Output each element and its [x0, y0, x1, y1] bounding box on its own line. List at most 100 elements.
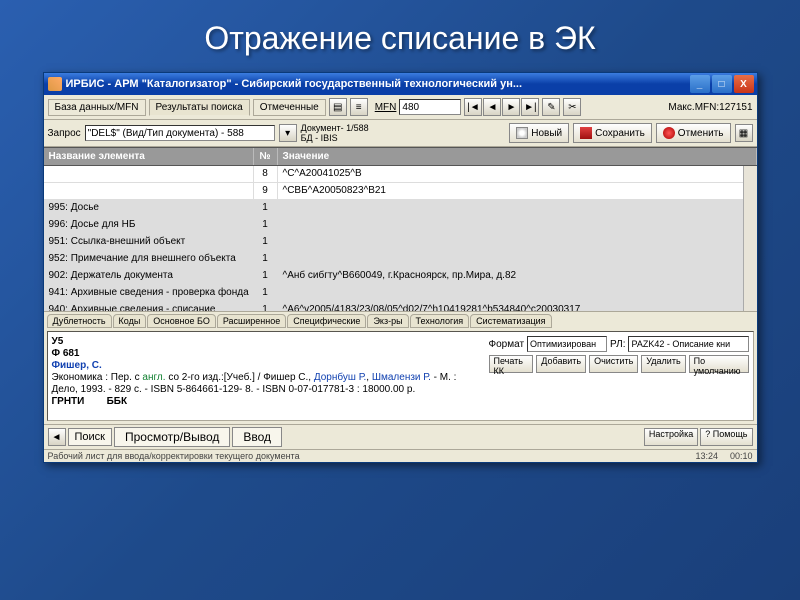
format-label: Формат — [489, 339, 525, 350]
window-title: ИРБИС - АРМ "Каталогизатор" - Сибирский … — [66, 78, 690, 90]
table-row[interactable]: 902: Держатель документа1^Анб сибгту^В66… — [44, 268, 757, 285]
cell-num: 1 — [254, 285, 278, 301]
table-row[interactable]: 995: Досье1 — [44, 200, 757, 217]
titlebar: ИРБИС - АРМ "Каталогизатор" - Сибирский … — [44, 73, 757, 95]
tab-input[interactable]: Ввод — [232, 427, 282, 447]
tool-icon-4[interactable]: ✂ — [563, 98, 581, 116]
cell-name: 995: Досье — [44, 200, 254, 216]
tool-icon-1[interactable]: ▤ — [329, 98, 347, 116]
record-preview: У5 Ф 681 Фишер, С. Экономика : Пер. с ан… — [52, 336, 483, 416]
cell-value — [278, 285, 757, 301]
cell-value: ^Анб сибгту^В660049, г.Красноярск, пр.Ми… — [278, 268, 757, 284]
cell-name: 940: Архивные сведения - списание — [44, 302, 254, 311]
max-mfn-label: Макс.MFN:127151 — [668, 102, 752, 113]
sub-tab[interactable]: Специфические — [287, 314, 366, 328]
status-hint: Рабочий лист для ввода/корректировки тек… — [48, 451, 684, 461]
minimize-button[interactable]: _ — [690, 75, 710, 93]
sub-tab[interactable]: Технология — [410, 314, 470, 328]
cell-name: 941: Архивные сведения - проверка фонда — [44, 285, 254, 301]
cell-name: 902: Держатель документа — [44, 268, 254, 284]
status-time: 13:24 — [695, 451, 718, 461]
nav-first-button[interactable]: |◄ — [464, 98, 482, 116]
cell-num: 1 — [254, 217, 278, 233]
table-row[interactable]: 996: Досье для НБ1 — [44, 217, 757, 234]
tab-results[interactable]: Результаты поиска — [149, 99, 250, 116]
query-label: Запрос — [48, 128, 81, 139]
sub-tab[interactable]: Расширенное — [217, 314, 286, 328]
default-button[interactable]: По умолчанию — [689, 355, 749, 373]
query-input[interactable] — [85, 125, 275, 141]
query-toolbar: Запрос ▾ Документ- 1/588 БД - IBIS Новый… — [44, 120, 757, 147]
slide-title: Отражение списание в ЭК — [0, 0, 800, 72]
mfn-input[interactable] — [399, 99, 461, 115]
cell-value: ^СВБ^А20050823^В21 — [278, 183, 757, 199]
sub-tab[interactable]: Систематизация — [470, 314, 551, 328]
sub-tab[interactable]: Дублетность — [47, 314, 112, 328]
table-row[interactable]: 8^С^А20041025^В — [44, 166, 757, 183]
delete-button[interactable]: Удалить — [641, 355, 685, 373]
cell-num: 1 — [254, 200, 278, 216]
nav-last-button[interactable]: ►| — [521, 98, 539, 116]
table-row[interactable]: 9^СВБ^А20050823^В21 — [44, 183, 757, 200]
tab-scroll-left[interactable]: ◄ — [48, 428, 66, 446]
cell-name: 996: Досье для НБ — [44, 217, 254, 233]
extra-tool-button[interactable]: ▦ — [735, 124, 753, 142]
help-button[interactable]: ? Помощь — [700, 428, 752, 446]
cell-value — [278, 200, 757, 216]
tab-view[interactable]: Просмотр/Вывод — [114, 427, 230, 447]
cell-value — [278, 217, 757, 233]
save-button[interactable]: Сохранить — [573, 123, 652, 143]
nav-next-button[interactable]: ► — [502, 98, 520, 116]
app-window: ИРБИС - АРМ "Каталогизатор" - Сибирский … — [43, 72, 758, 463]
format-select[interactable] — [527, 336, 607, 352]
cell-num: 1 — [254, 251, 278, 267]
col-header-num: № — [254, 148, 278, 165]
main-tabs: ◄ Поиск Просмотр/Вывод Ввод Настройка ? … — [44, 424, 757, 449]
sub-tabs: ДублетностьКодыОсновное БОРасширенноеСпе… — [44, 311, 757, 328]
table-row[interactable]: 941: Архивные сведения - проверка фонда1 — [44, 285, 757, 302]
table-row[interactable]: 952: Примечание для внешнего объекта1 — [44, 251, 757, 268]
rl-label: РЛ: — [610, 339, 625, 350]
cell-value: ^А6^v2005/4183/23/08/05^d02/7^h10419281^… — [278, 302, 757, 311]
maximize-button[interactable]: □ — [712, 75, 732, 93]
tool-icon-2[interactable]: ≡ — [350, 98, 368, 116]
print-kk-button[interactable]: Печать КК — [489, 355, 534, 373]
new-icon — [516, 127, 528, 139]
status-date: 00:10 — [730, 451, 753, 461]
rl-select[interactable] — [628, 336, 749, 352]
tool-icon-3[interactable]: ✎ — [542, 98, 560, 116]
col-header-name: Название элемента — [44, 148, 254, 165]
clear-button[interactable]: Очистить — [589, 355, 638, 373]
col-header-value: Значение — [278, 148, 757, 165]
sub-tab[interactable]: Основное БО — [147, 314, 216, 328]
cancel-icon — [663, 127, 675, 139]
status-bar: Рабочий лист для ввода/корректировки тек… — [44, 449, 757, 462]
top-toolbar: База данных/MFN Результаты поиска Отмече… — [44, 95, 757, 120]
cell-name — [44, 166, 254, 182]
cell-num: 9 — [254, 183, 278, 199]
vertical-scrollbar[interactable] — [743, 166, 757, 311]
tab-search[interactable]: Поиск — [68, 428, 112, 446]
tab-database[interactable]: База данных/MFN — [48, 99, 146, 116]
app-icon — [48, 77, 62, 91]
mfn-label: MFN — [375, 102, 397, 113]
cell-name — [44, 183, 254, 199]
close-button[interactable]: X — [734, 75, 754, 93]
sub-tab[interactable]: Коды — [113, 314, 147, 328]
add-button[interactable]: Добавить — [536, 355, 586, 373]
grid-body: 8^С^А20041025^В9^СВБ^А20050823^В21995: Д… — [44, 166, 757, 311]
table-row[interactable]: 940: Архивные сведения - списание1^А6^v2… — [44, 302, 757, 311]
new-button[interactable]: Новый — [509, 123, 569, 143]
query-dropdown-button[interactable]: ▾ — [279, 124, 297, 142]
grid-header: Название элемента № Значение — [44, 147, 757, 166]
cell-num: 1 — [254, 302, 278, 311]
cell-value — [278, 251, 757, 267]
nav-prev-button[interactable]: ◄ — [483, 98, 501, 116]
cancel-button[interactable]: Отменить — [656, 123, 731, 143]
tab-marked[interactable]: Отмеченные — [253, 99, 326, 116]
table-row[interactable]: 951: Ссылка-внешний объект1 — [44, 234, 757, 251]
preview-pane: У5 Ф 681 Фишер, С. Экономика : Пер. с ан… — [47, 331, 754, 421]
settings-button[interactable]: Настройка — [644, 428, 698, 446]
save-icon — [580, 127, 592, 139]
sub-tab[interactable]: Экз-ры — [367, 314, 408, 328]
